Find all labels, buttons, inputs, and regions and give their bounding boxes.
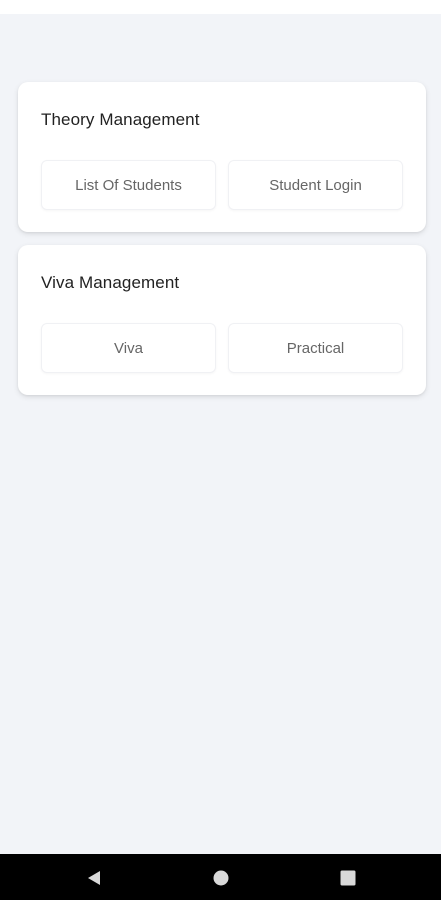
recent-apps-icon[interactable]: [339, 869, 357, 887]
status-bar: [0, 0, 441, 14]
student-login-button[interactable]: Student Login: [228, 160, 403, 210]
home-icon[interactable]: [212, 869, 230, 887]
viva-management-title: Viva Management: [41, 273, 180, 292]
practical-button[interactable]: Practical: [228, 323, 403, 373]
theory-management-title: Theory Management: [41, 110, 200, 129]
theory-management-card: Theory Management List Of Students Stude…: [18, 82, 426, 232]
navigation-bar: [0, 854, 441, 900]
viva-button[interactable]: Viva: [41, 323, 216, 373]
viva-management-card: Viva Management Viva Practical: [18, 245, 426, 395]
list-of-students-button[interactable]: List Of Students: [41, 160, 216, 210]
back-icon[interactable]: [85, 869, 103, 887]
